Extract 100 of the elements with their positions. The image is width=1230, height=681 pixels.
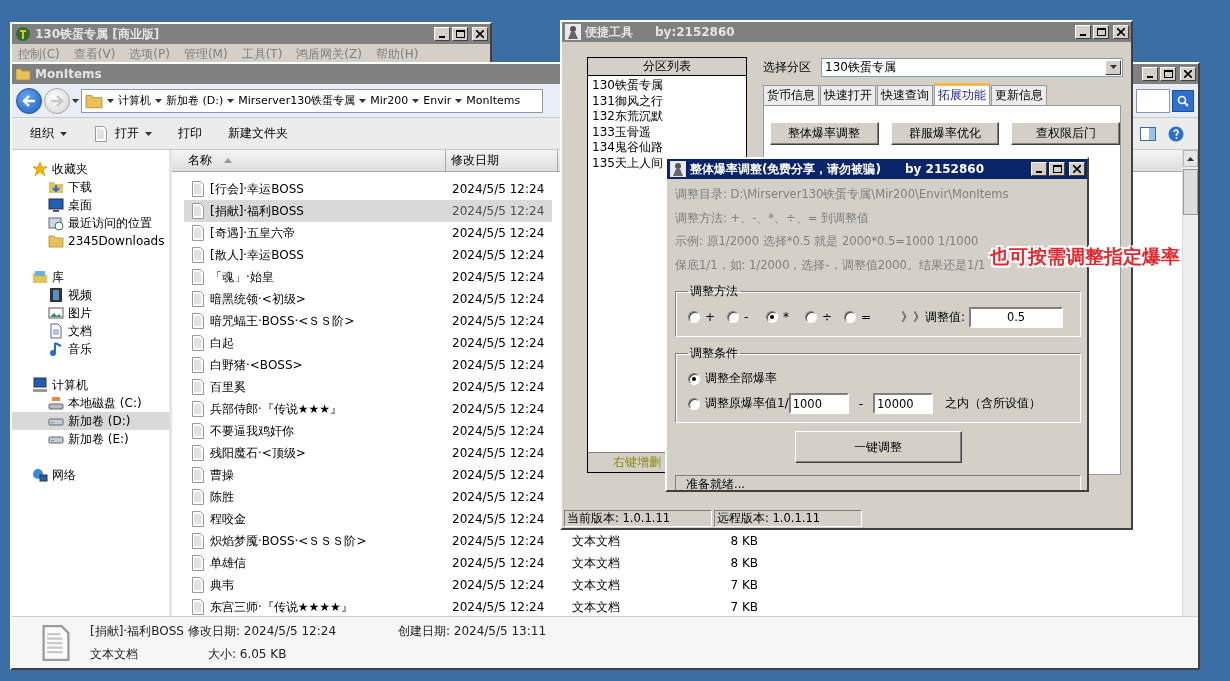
scrollbar[interactable] — [1182, 150, 1198, 616]
file-row[interactable]: 单雄信 2024/5/5 12:24 文本文档 8 KB — [184, 552, 758, 574]
tab[interactable]: 快速查询 — [877, 85, 933, 105]
list-item[interactable]: 132东荒沉默 — [592, 109, 742, 125]
file-row[interactable]: 兵部侍郎·『传说★★★』 2024/5/5 12:24 — [184, 398, 552, 420]
nav-item[interactable]: 新加卷 (E:) — [12, 430, 169, 448]
minimize-button[interactable] — [1075, 25, 1091, 39]
nav-item[interactable]: 文档 — [12, 322, 169, 340]
scroll-thumb[interactable] — [1183, 169, 1198, 215]
file-row[interactable]: 炽焰梦魇·BOSS·<ＳＳＳ阶> 2024/5/5 12:24 文本文档 8 KB — [184, 530, 758, 552]
file-row[interactable]: 「魂」·始皇 2024/5/5 12:24 — [184, 266, 552, 288]
file-size: 8 KB — [729, 534, 758, 548]
maximize-button[interactable] — [1049, 162, 1065, 176]
breadcrumb-item[interactable]: Envir — [423, 94, 452, 107]
nav-item[interactable]: 收藏夹 — [12, 160, 169, 178]
radio-button[interactable] — [805, 311, 817, 323]
close-button[interactable] — [472, 27, 488, 41]
nav-item[interactable]: 网络 — [12, 466, 169, 484]
toolbar-button[interactable]: 组织 — [22, 121, 75, 146]
breadcrumb-item[interactable]: Mir200 — [370, 94, 409, 107]
value-field[interactable]: 0.5 — [969, 306, 1064, 328]
breadcrumb-item[interactable]: 新加卷 (D:) — [166, 93, 224, 108]
file-row[interactable]: 曹操 2024/5/5 12:24 — [184, 464, 552, 486]
minimize-button[interactable] — [1142, 67, 1158, 81]
radio-option[interactable]: = — [844, 310, 883, 324]
radio-button[interactable] — [727, 311, 739, 323]
list-item[interactable]: 134鬼谷仙路 — [592, 140, 742, 156]
file-row[interactable]: 不要逼我鸡奸你 2024/5/5 12:24 — [184, 420, 552, 442]
minimize-button[interactable] — [1031, 162, 1047, 176]
range-from-field[interactable]: 1000 — [788, 393, 849, 414]
search-button[interactable] — [1172, 89, 1194, 112]
column-header[interactable]: 名称 — [172, 150, 446, 171]
file-row[interactable]: 陈胜 2024/5/5 12:24 — [184, 486, 552, 508]
list-item[interactable]: 130铁蛋专属 — [592, 78, 742, 94]
file-row[interactable]: [行会]·幸运BOSS 2024/5/5 12:24 — [184, 178, 552, 200]
radio-button[interactable] — [844, 311, 856, 323]
file-row[interactable]: [散人]·幸运BOSS 2024/5/5 12:24 — [184, 244, 552, 266]
nav-item[interactable]: 视频 — [12, 286, 169, 304]
file-row[interactable]: 暗黑统领·<初级> 2024/5/5 12:24 — [184, 288, 552, 310]
toolbar-button[interactable]: 新建文件夹 — [220, 121, 296, 146]
tab[interactable]: 快速打开 — [820, 85, 876, 105]
radio-button[interactable] — [766, 311, 778, 323]
nav-item[interactable]: 下载 — [12, 178, 169, 196]
action-button[interactable]: 整体爆率调整 — [770, 122, 879, 145]
nav-item[interactable]: 2345Downloads — [12, 232, 169, 250]
file-row[interactable]: 白起 2024/5/5 12:24 — [184, 332, 552, 354]
range-to-field[interactable]: 10000 — [873, 393, 934, 414]
nav-item[interactable]: 桌面 — [12, 196, 169, 214]
radio-button[interactable] — [688, 311, 700, 323]
file-row[interactable]: 白野猪·<BOSS> 2024/5/5 12:24 — [184, 354, 552, 376]
file-row[interactable]: [奇遇]·五皇六帝 2024/5/5 12:24 — [184, 222, 552, 244]
file-row[interactable]: 残阳魔石·<顶级> 2024/5/5 12:24 — [184, 442, 552, 464]
file-row[interactable]: 程咬金 2024/5/5 12:24 — [184, 508, 552, 530]
close-button[interactable] — [1069, 162, 1085, 176]
breadcrumb-item[interactable]: MonItems — [466, 94, 521, 107]
radio-option[interactable]: * — [766, 310, 805, 324]
file-row[interactable]: 东宫三师·『传说★★★★』 2024/5/5 12:24 文本文档 7 KB — [184, 596, 758, 618]
action-button[interactable]: 群服爆率优化 — [890, 122, 1000, 145]
action-button[interactable]: 查权限后门 — [1011, 122, 1120, 145]
network-icon — [32, 467, 48, 483]
nav-item[interactable]: 新加卷 (D:) — [12, 412, 169, 430]
file-row[interactable]: 暗咒蝠王·BOSS·<ＳＳ阶> 2024/5/5 12:24 — [184, 310, 552, 332]
file-row[interactable]: 典韦 2024/5/5 12:24 文本文档 7 KB — [184, 574, 758, 596]
maximize-button[interactable] — [1093, 25, 1109, 39]
maximize-button[interactable] — [452, 27, 468, 41]
file-row[interactable]: 百里奚 2024/5/5 12:24 — [184, 376, 552, 398]
back-button[interactable] — [16, 87, 42, 114]
minimize-button[interactable] — [434, 27, 450, 41]
tab[interactable]: 货币信息 — [763, 85, 819, 105]
search-field[interactable] — [1136, 88, 1170, 113]
nav-item[interactable]: 音乐 — [12, 340, 169, 358]
nav-item[interactable]: 库 — [12, 268, 169, 286]
tab[interactable]: 拓展功能 — [934, 83, 990, 105]
nav-item[interactable]: 图片 — [12, 304, 169, 322]
radio-option[interactable]: 调整全部爆率 — [688, 370, 777, 387]
list-item[interactable]: 133玉骨遥 — [592, 124, 742, 140]
breadcrumb-item[interactable]: Mirserver130铁蛋专属 — [238, 93, 356, 108]
file-row[interactable]: [捐献]·福利BOSS 2024/5/5 12:24 — [184, 200, 552, 222]
radio-option[interactable]: ÷ — [805, 310, 844, 324]
maximize-button[interactable] — [1160, 67, 1176, 81]
file-name: 陈胜 — [184, 488, 452, 506]
partition-select[interactable]: 130铁蛋专属 — [821, 57, 1123, 77]
address-field[interactable]: 计算机 新加卷 (D:) Mirserver130铁蛋专属 Mir200 Envir MonItems — [81, 88, 543, 113]
radio-option[interactable]: + — [688, 310, 727, 324]
breadcrumb-caret-icon — [227, 98, 235, 103]
nav-item[interactable]: 本地磁盘 (C:) — [12, 394, 169, 412]
column-header[interactable]: 修改日期 — [446, 150, 558, 171]
close-button[interactable] — [1113, 25, 1129, 39]
toolbar-button[interactable]: 打开 — [85, 121, 160, 146]
adjust-button[interactable]: 一键调整 — [794, 431, 962, 463]
radio-option[interactable]: 调整原爆率值1/ — [688, 395, 789, 412]
info-text: 示例: 原1/2000 选择*0.5 就是 2000*0.5=1000 1/1000 — [675, 233, 979, 251]
toolbar-button[interactable]: 打印 — [170, 121, 210, 146]
nav-item[interactable]: 计算机 — [12, 376, 169, 394]
radio-option[interactable]: - — [727, 310, 766, 324]
close-button[interactable] — [1180, 67, 1196, 81]
nav-item[interactable]: 最近访问的位置 — [12, 214, 169, 232]
list-item[interactable]: 131御风之行 — [592, 93, 742, 109]
tab[interactable]: 更新信息 — [991, 85, 1047, 105]
breadcrumb-item[interactable]: 计算机 — [118, 93, 151, 108]
